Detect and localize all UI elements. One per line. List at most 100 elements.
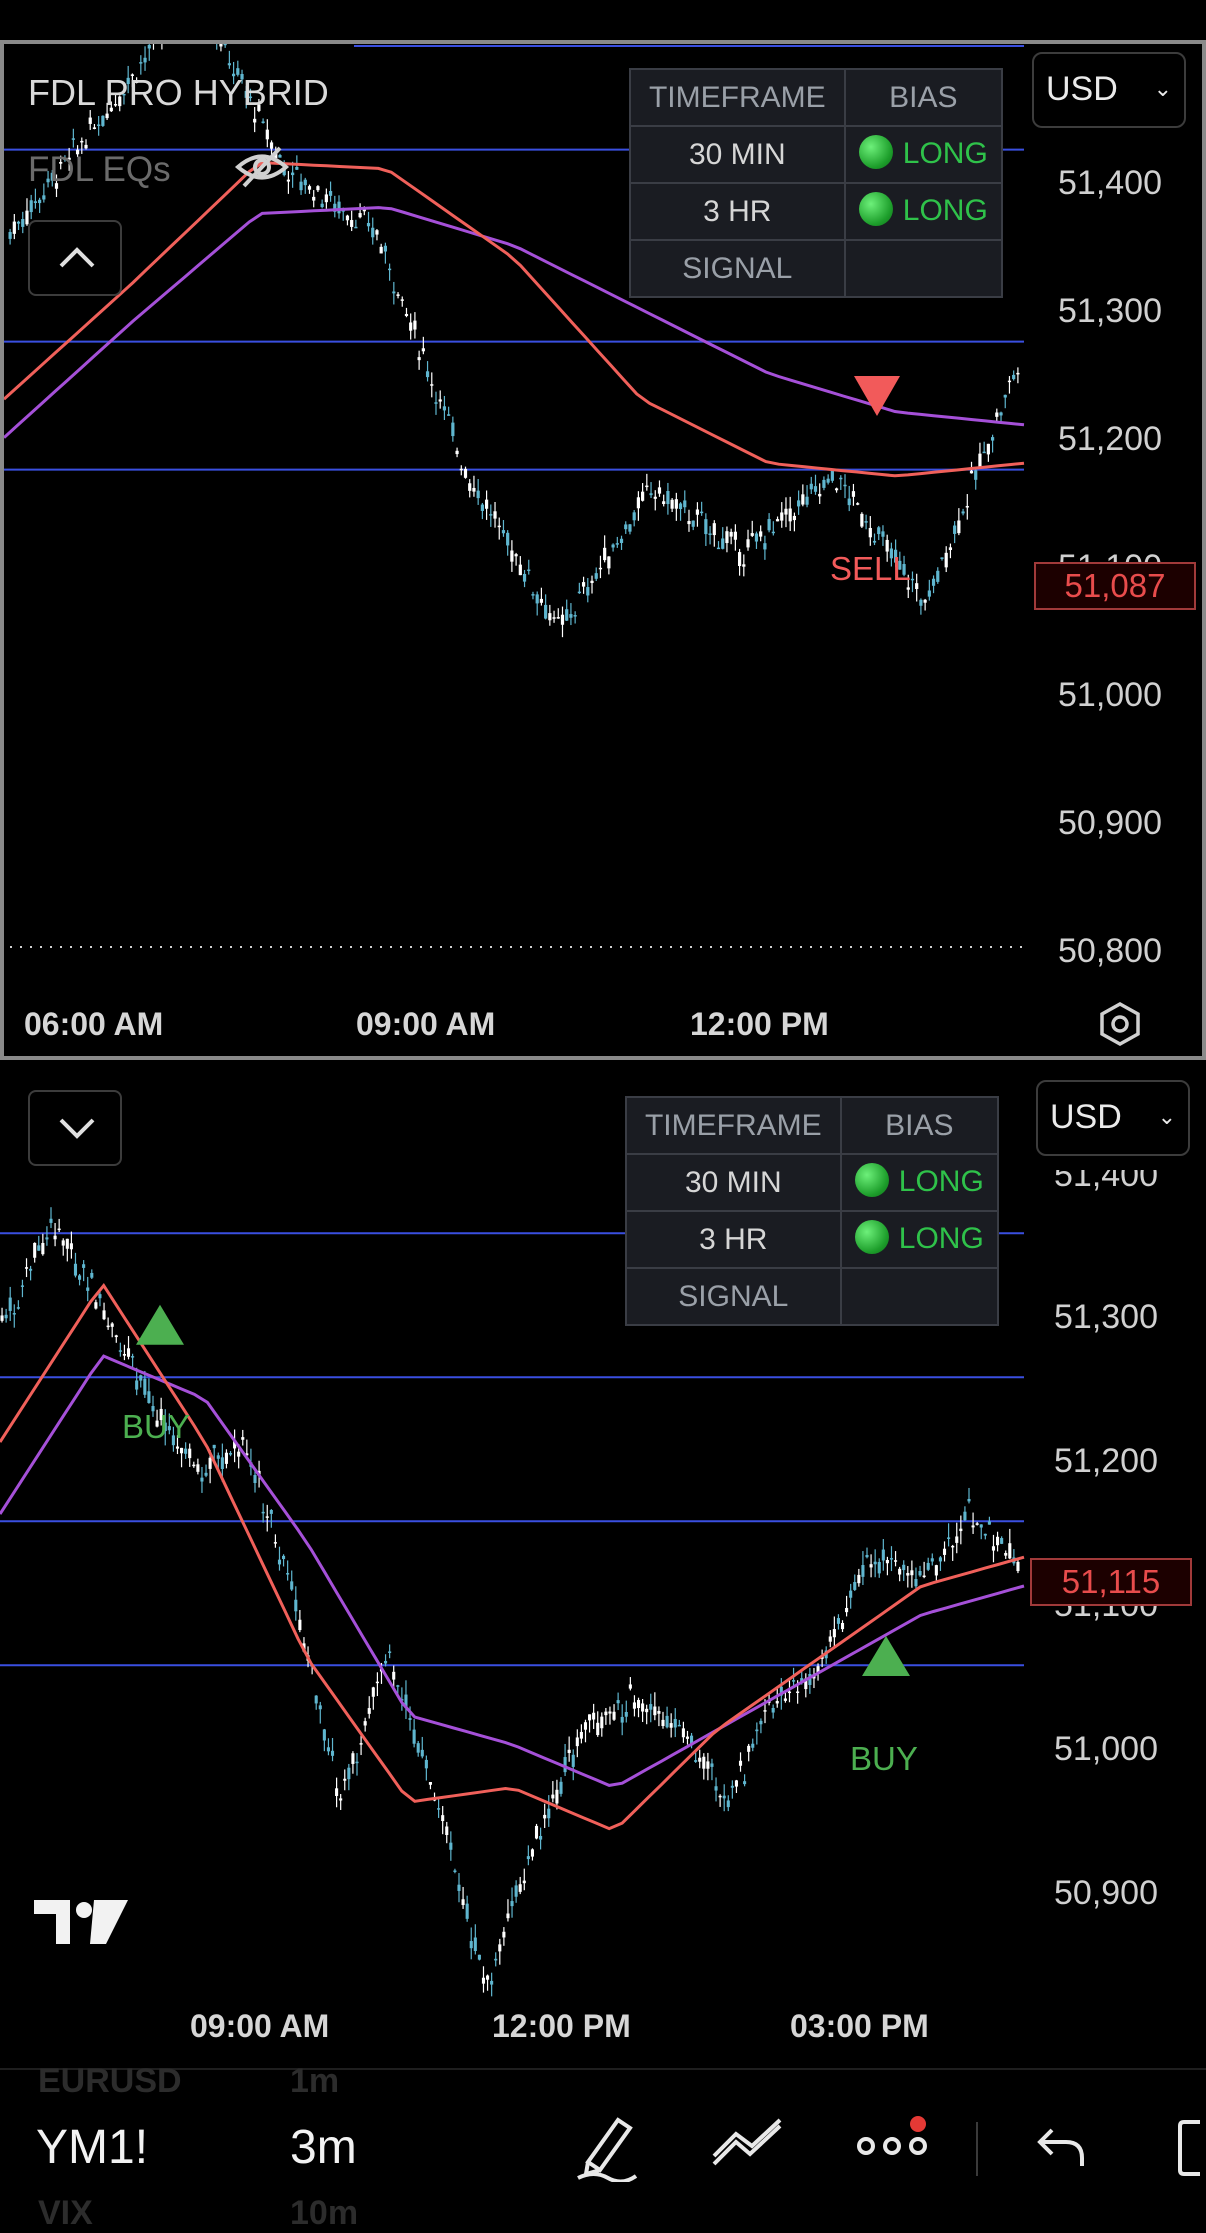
indicator-subtitle[interactable]: FDL EQs — [28, 150, 171, 190]
candle-body — [783, 1698, 787, 1701]
collapse-pane-button[interactable] — [28, 220, 122, 296]
candle-body — [223, 44, 227, 46]
candle-body — [143, 1378, 147, 1395]
chevron-down-icon: ⌄ — [1153, 76, 1172, 101]
candle-body — [442, 406, 447, 411]
candle-body — [990, 437, 995, 441]
candle-body — [299, 181, 303, 191]
bias-timeframe: 3 HR — [625, 1210, 842, 1269]
candle-body — [995, 412, 999, 417]
candle-body — [751, 1743, 755, 1748]
candle-body — [583, 1722, 588, 1730]
candle-body — [101, 115, 105, 126]
candle-body — [915, 583, 919, 590]
bias-signal-value — [843, 239, 1004, 298]
candle-body — [204, 1472, 208, 1476]
candle-body — [1000, 1538, 1004, 1544]
candle-body — [539, 1835, 543, 1840]
symbol-list-ghost: VIX — [38, 2194, 93, 2232]
candle-body — [926, 1562, 930, 1570]
candle-body — [106, 1325, 110, 1328]
candle-body — [608, 1711, 612, 1714]
candle-body — [41, 1242, 45, 1255]
candle-body — [930, 1558, 934, 1562]
candle-body — [969, 470, 974, 474]
candle-body — [437, 1808, 441, 1810]
candle-body — [775, 1701, 779, 1704]
top-price-chart[interactable] — [4, 44, 1202, 1056]
candle-body — [726, 1800, 730, 1808]
candle-body — [428, 1782, 432, 1785]
candle-body — [135, 1380, 139, 1390]
candle-body — [196, 1464, 200, 1472]
candle-body — [683, 500, 687, 508]
candle-body — [698, 1757, 702, 1762]
candle-body — [49, 1218, 53, 1223]
candle-body — [451, 422, 455, 437]
candle-body — [510, 550, 514, 562]
interval-selector[interactable]: 3m — [290, 2120, 357, 2175]
indicator-title[interactable]: FDL PRO HYBRID — [28, 72, 329, 114]
candle-body — [665, 1715, 669, 1728]
candle-body — [596, 1722, 600, 1736]
currency-select[interactable]: USD ⌄ — [1032, 52, 1186, 128]
candle-body — [746, 539, 750, 548]
top-chart-pane[interactable]: FDL PRO HYBRID FDL EQs USD ⌄ TIMEFRAME B… — [0, 40, 1206, 1060]
candle-body — [588, 1714, 592, 1721]
symbol-selector[interactable]: YM1! — [36, 2120, 148, 2175]
chevron-down-icon — [59, 1118, 95, 1139]
expand-pane-button[interactable] — [28, 1090, 122, 1166]
candle-body — [253, 1475, 257, 1484]
candle-body — [657, 1710, 661, 1714]
time-axis-label: 09:00 AM — [190, 2008, 330, 2044]
candle-body — [420, 1749, 424, 1757]
candle-body — [12, 221, 16, 234]
candle-body — [192, 1464, 196, 1467]
candle-body — [996, 1536, 1000, 1546]
candle-body — [759, 531, 763, 537]
hide-eye-icon[interactable] — [232, 142, 292, 192]
candle-body — [834, 488, 839, 491]
candle-body — [685, 1736, 690, 1739]
candle-body — [219, 44, 223, 47]
buy-signal-marker — [862, 1636, 910, 1676]
candle-body — [33, 1242, 37, 1258]
candle-body — [282, 1555, 286, 1560]
bottom-price-chart[interactable] — [0, 1068, 1206, 2064]
candle-body — [649, 493, 653, 496]
candle-body — [180, 1447, 184, 1454]
bias-header-timeframe: TIMEFRAME — [629, 68, 846, 127]
candle-body — [261, 1511, 265, 1514]
interval-list-ghost: 10m — [290, 2194, 359, 2232]
candle-body — [326, 1747, 330, 1752]
candle-body — [208, 1457, 212, 1469]
candle-body — [388, 1651, 392, 1653]
candle-body — [600, 1716, 604, 1729]
candle-body — [573, 615, 577, 617]
candle-body — [98, 1294, 102, 1299]
currency-select[interactable]: USD ⌄ — [1036, 1080, 1190, 1156]
candle-body — [653, 1706, 657, 1716]
candle-body — [438, 399, 442, 402]
candle-body — [1012, 374, 1016, 380]
chevron-up-icon — [59, 247, 95, 268]
candle-body — [951, 1545, 955, 1548]
interval-list-ghost: 1m — [290, 2062, 340, 2100]
candle-body — [645, 1708, 649, 1713]
candle-body — [560, 614, 565, 625]
candle-body — [339, 1798, 343, 1801]
candle-body — [910, 578, 915, 581]
candle-body — [396, 1685, 400, 1687]
candle-body — [375, 1681, 379, 1684]
candle-body — [354, 226, 358, 229]
candle-body — [832, 1629, 836, 1638]
candle-body — [527, 569, 531, 572]
candle-body — [473, 1937, 477, 1952]
bottom-chart-pane[interactable]: USD ⌄ TIMEFRAME BIAS 30 MIN LONG 3 HR LO… — [0, 1068, 1206, 2064]
candle-body — [877, 1561, 881, 1574]
candle-body — [497, 525, 501, 528]
candle-body — [590, 580, 594, 584]
candle-body — [569, 614, 573, 618]
candle-body — [371, 227, 375, 238]
candle-body — [575, 1737, 579, 1747]
